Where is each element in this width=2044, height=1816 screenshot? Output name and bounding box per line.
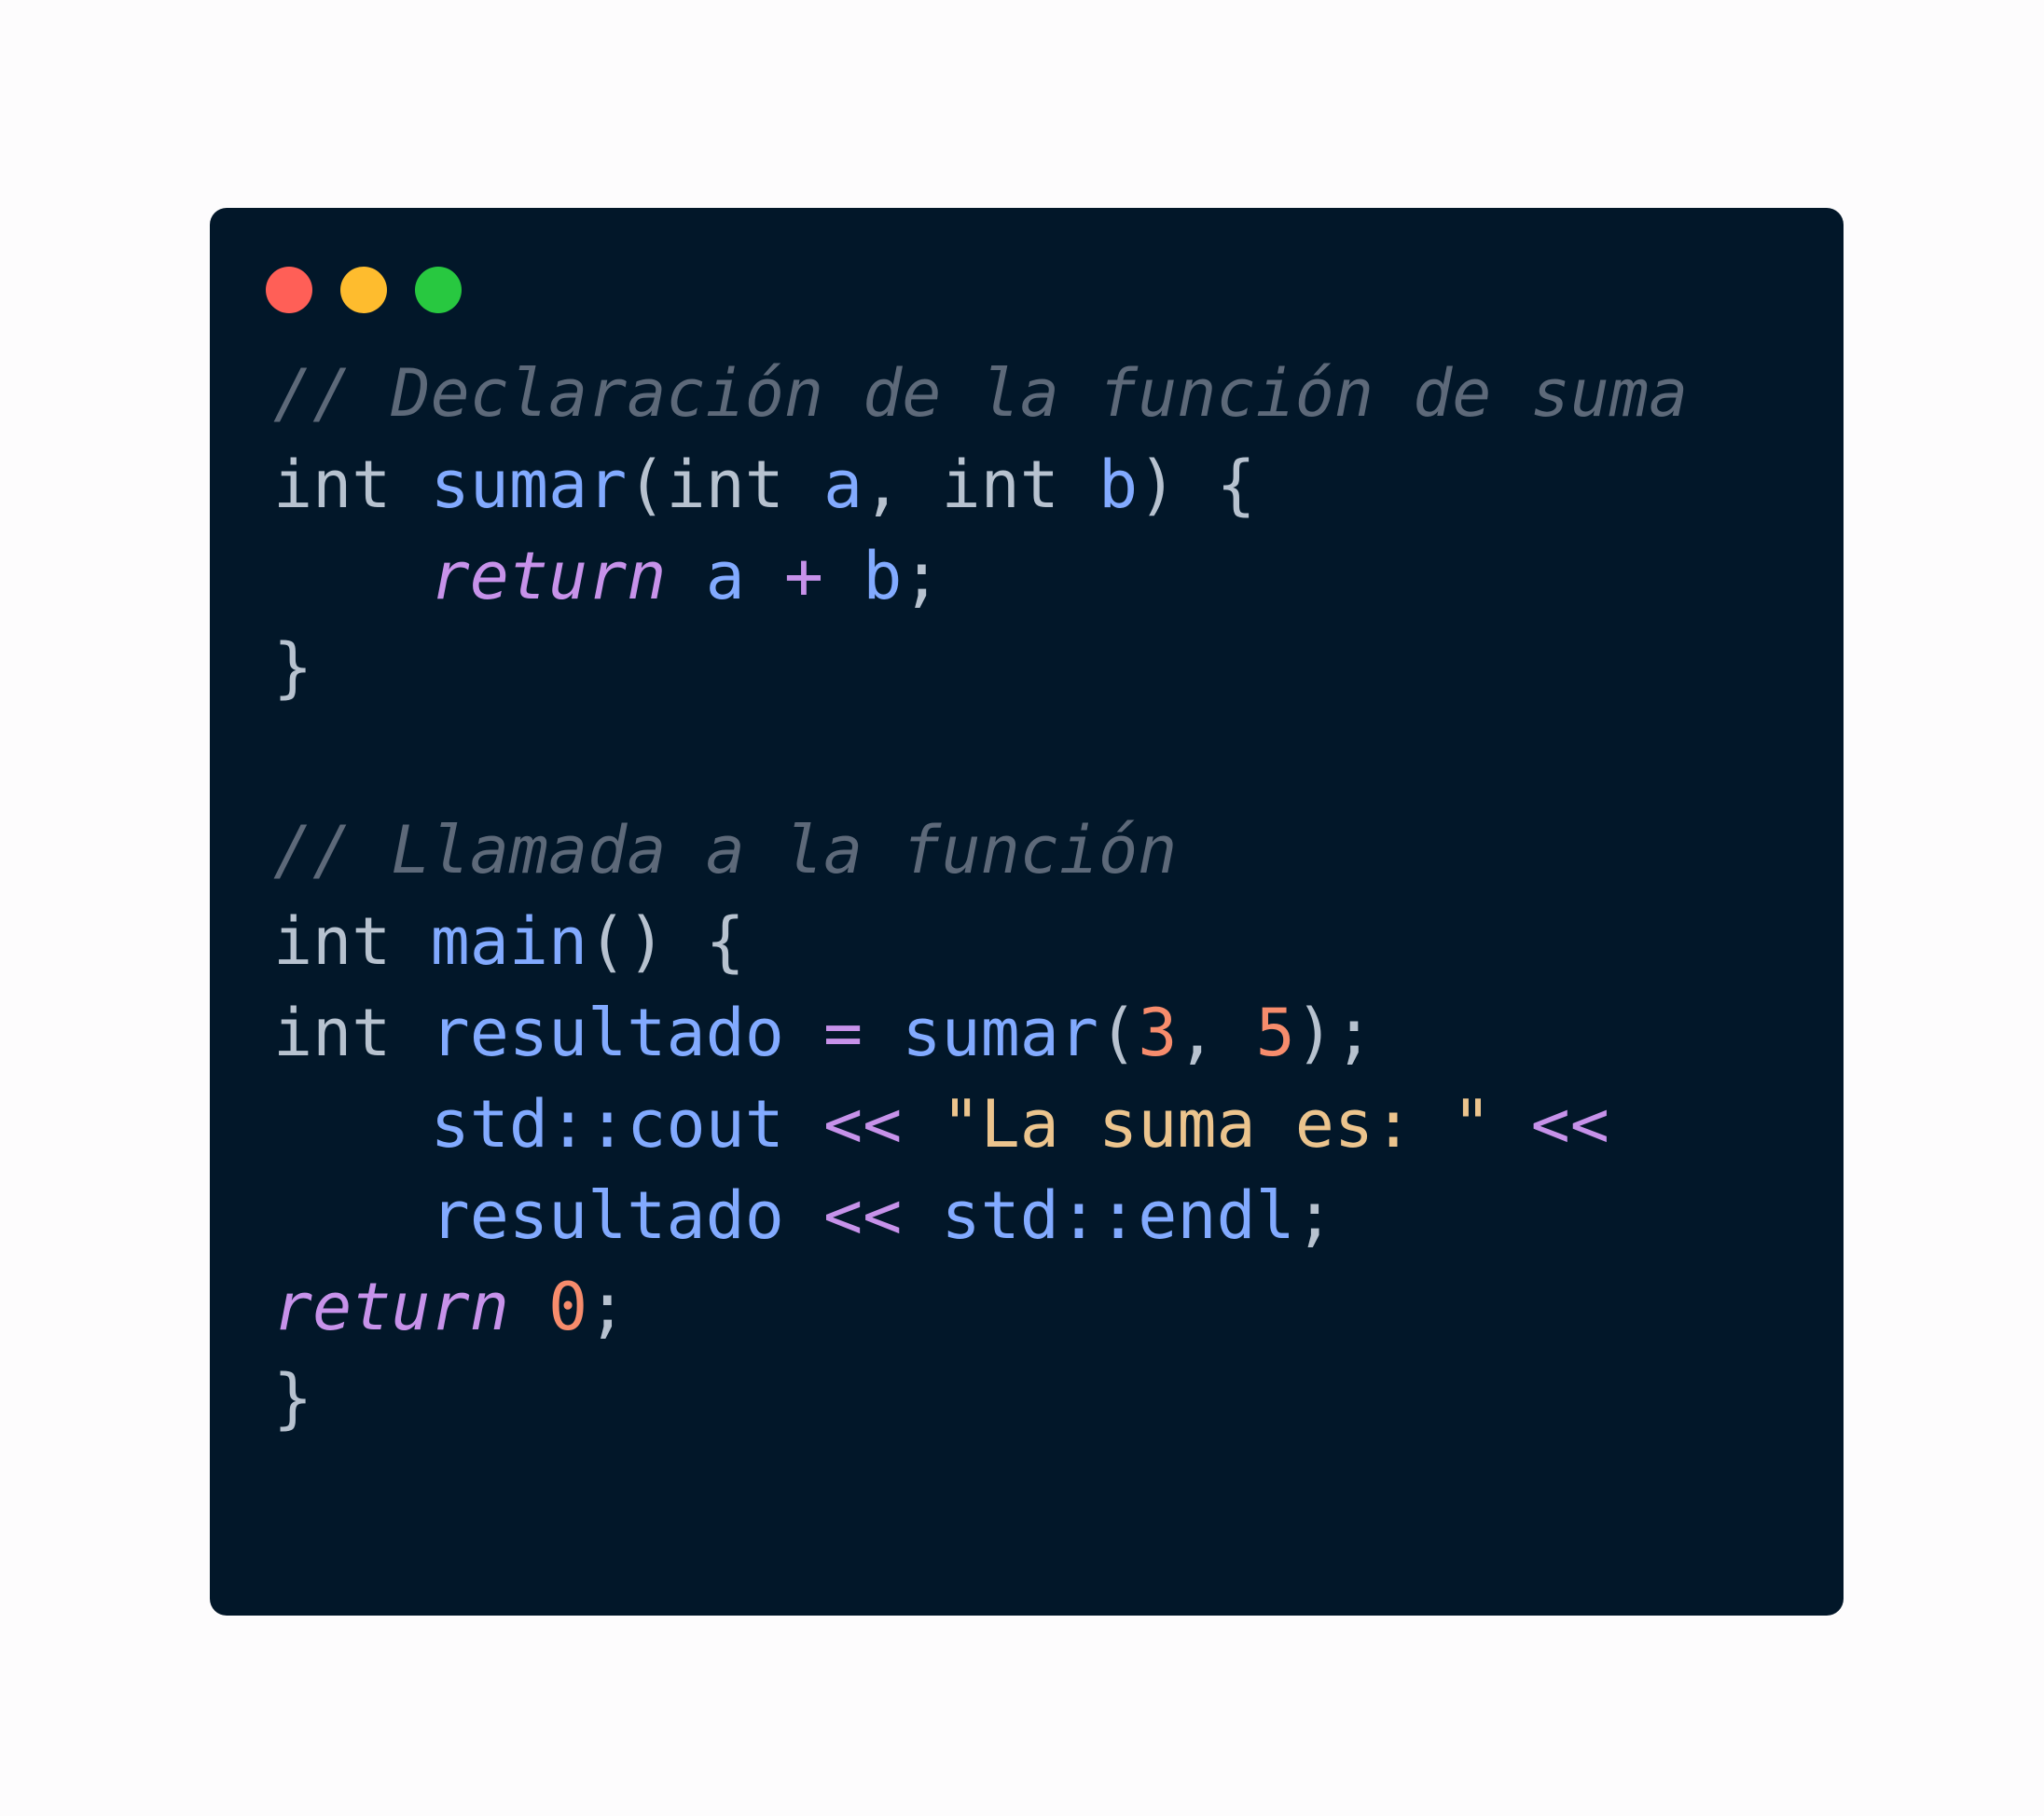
- code-line: int resultado = sumar(3, 5);: [273, 987, 1688, 1079]
- code-token-function: sumar: [430, 447, 628, 523]
- code-line: // Llamada a la función: [273, 805, 1688, 896]
- code-token-comment: // Declaración de la función de suma: [273, 355, 1689, 432]
- code-token-plain: () {: [587, 903, 745, 980]
- code-token-operator: <<: [823, 1086, 903, 1163]
- code-token-number: 0: [548, 1269, 588, 1345]
- code-token-operator: =: [823, 995, 863, 1071]
- code-token-plain: ;: [1294, 1177, 1334, 1254]
- code-token-string: "La suma es: ": [941, 1086, 1492, 1163]
- code-token-variable: a: [823, 447, 863, 523]
- code-token-function: main: [430, 903, 588, 980]
- code-token-operator: <<: [823, 1177, 903, 1254]
- code-token-plain: }: [273, 629, 313, 706]
- code-token-plain: (: [1098, 995, 1139, 1071]
- code-token-variable: b: [863, 538, 903, 614]
- code-line: return 0;: [273, 1261, 1688, 1353]
- code-token-plain: int: [273, 903, 431, 980]
- code-token-plain: int: [273, 995, 431, 1071]
- close-button[interactable]: [266, 267, 312, 313]
- maximize-button[interactable]: [415, 267, 462, 313]
- code-token-variable: resultado: [430, 995, 784, 1071]
- code-token-plain: ;: [902, 538, 942, 614]
- code-token-function: sumar: [902, 995, 1099, 1071]
- code-token-plain: int: [273, 447, 431, 523]
- code-token-number: 3: [1138, 995, 1178, 1071]
- code-token-plain: ,: [1177, 995, 1256, 1071]
- code-token-operator: +: [783, 538, 824, 614]
- code-line: int main() {: [273, 896, 1688, 987]
- code-token-plain: (int: [627, 447, 824, 523]
- code-token-number: 5: [1255, 995, 1295, 1071]
- code-token-keyword: return: [273, 1269, 509, 1345]
- code-token-plain: ) {: [1138, 447, 1256, 523]
- code-block: // Declaración de la función de suma int …: [273, 348, 1688, 1444]
- code-token-variable: std::endl: [941, 1177, 1295, 1254]
- code-token-variable: b: [1098, 447, 1139, 523]
- code-token-operator: <<: [1530, 1086, 1609, 1163]
- code-token-comment: // Llamada a la función: [273, 812, 1178, 888]
- minimize-button[interactable]: [340, 267, 387, 313]
- code-token-plain: }: [273, 1360, 313, 1437]
- code-line: return a + b;: [273, 530, 1688, 622]
- code-window: // Declaración de la función de suma int …: [210, 208, 1844, 1616]
- code-token-plain: , int: [863, 447, 1099, 523]
- code-token-variable: std::cout: [430, 1086, 784, 1163]
- code-line: }: [273, 1353, 1688, 1444]
- code-line: int sumar(int a, int b) {: [273, 439, 1688, 530]
- code-token-plain: );: [1294, 995, 1374, 1071]
- code-token-variable: a: [705, 538, 745, 614]
- code-line: resultado << std::endl;: [273, 1170, 1688, 1261]
- code-line: // Declaración de la función de suma: [273, 348, 1688, 439]
- code-line: }: [273, 622, 1688, 713]
- code-line: std::cout << "La suma es: " <<: [273, 1079, 1688, 1170]
- code-token-plain: ;: [587, 1269, 628, 1345]
- code-token-keyword: return: [430, 538, 667, 614]
- code-token-variable: resultado: [430, 1177, 784, 1254]
